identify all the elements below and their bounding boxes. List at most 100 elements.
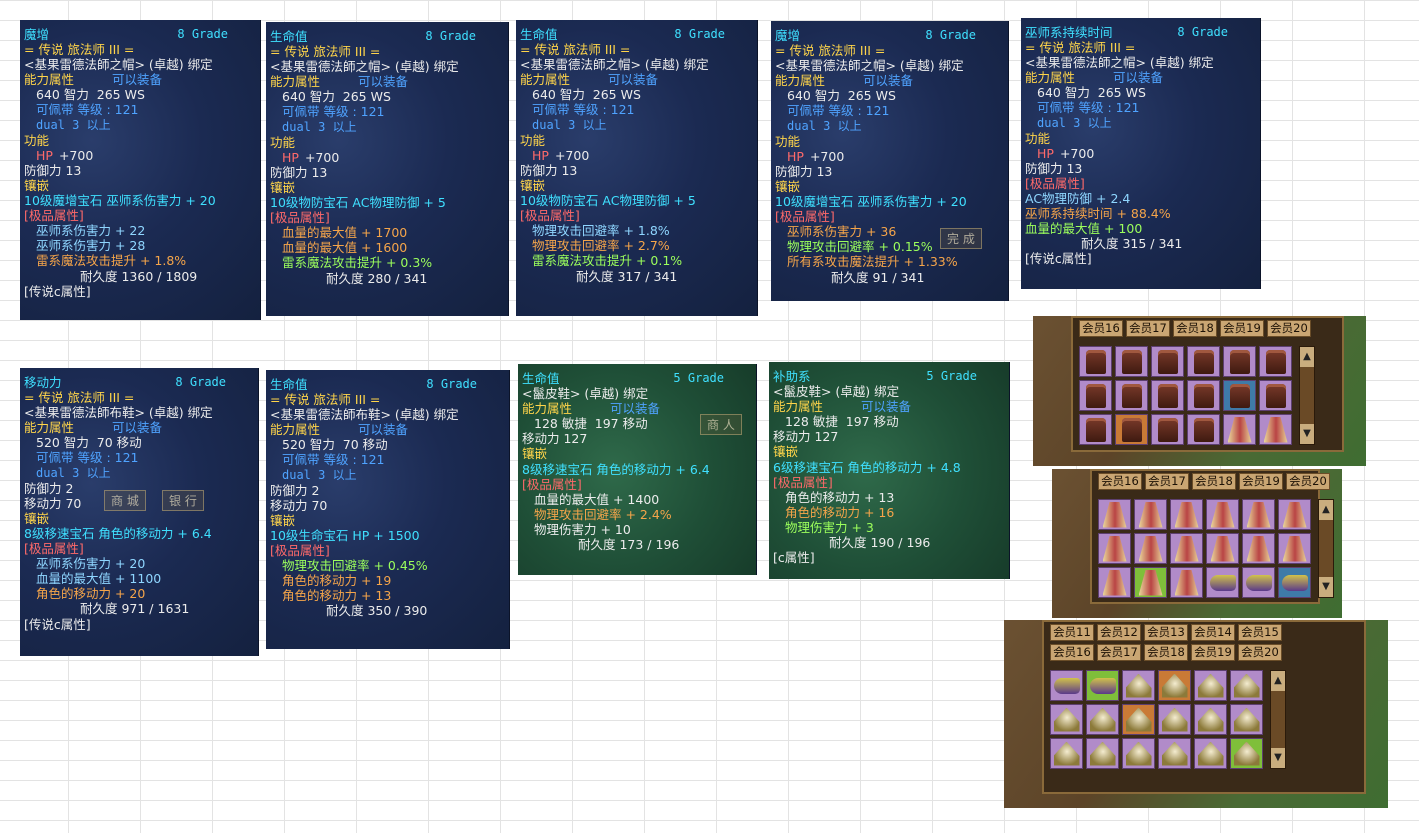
- inventory-slot[interactable]: [1194, 704, 1227, 735]
- tooltip-line: [极品属性]: [775, 209, 835, 225]
- inventory-slot[interactable]: [1278, 499, 1311, 530]
- inventory-slot[interactable]: [1187, 414, 1220, 445]
- inventory-slot[interactable]: [1223, 414, 1256, 445]
- member-tab[interactable]: 会员20: [1286, 473, 1330, 490]
- inventory-slot[interactable]: [1170, 499, 1203, 530]
- member-tab[interactable]: 会员16: [1079, 320, 1123, 337]
- inventory-slot[interactable]: [1194, 670, 1227, 701]
- inventory-scrollbar[interactable]: ▲ ▼: [1318, 499, 1334, 598]
- inventory-slot[interactable]: [1242, 499, 1275, 530]
- inventory-slot[interactable]: [1206, 533, 1239, 564]
- inventory-slot[interactable]: [1098, 533, 1131, 564]
- done-button[interactable]: 完 成: [940, 228, 982, 249]
- inventory-slot[interactable]: [1086, 670, 1119, 701]
- inventory-slot[interactable]: [1230, 704, 1263, 735]
- member-tab[interactable]: 会员19: [1191, 644, 1235, 661]
- inventory-slot[interactable]: [1151, 414, 1184, 445]
- equip-status: 可以装备: [112, 420, 163, 436]
- inventory-slot[interactable]: [1115, 414, 1148, 445]
- bank-button[interactable]: 银 行: [162, 490, 204, 511]
- inventory-slot[interactable]: [1242, 567, 1275, 598]
- inventory-slot[interactable]: [1134, 533, 1167, 564]
- member-tab[interactable]: 会员16: [1050, 644, 1094, 661]
- inventory-slot[interactable]: [1242, 533, 1275, 564]
- member-tab[interactable]: 会员18: [1144, 644, 1188, 661]
- member-tab[interactable]: 会员16: [1098, 473, 1142, 490]
- scroll-up-icon[interactable]: ▲: [1319, 500, 1333, 520]
- scroll-down-icon[interactable]: ▼: [1319, 577, 1333, 597]
- inventory-slot[interactable]: [1278, 533, 1311, 564]
- member-tab[interactable]: 会员12: [1097, 624, 1141, 641]
- inventory-slot[interactable]: [1098, 567, 1131, 598]
- inventory-slot[interactable]: [1151, 346, 1184, 377]
- tooltip-line: 可佩带 等级 : 121: [36, 450, 139, 466]
- inventory-slot[interactable]: [1158, 670, 1191, 701]
- inventory-slot[interactable]: [1086, 704, 1119, 735]
- member-tab[interactable]: 会员20: [1238, 644, 1282, 661]
- member-tab[interactable]: 会员14: [1191, 624, 1235, 641]
- inventory-slot[interactable]: [1122, 670, 1155, 701]
- inventory-slot[interactable]: [1122, 704, 1155, 735]
- member-tab[interactable]: 会员17: [1097, 644, 1141, 661]
- grade-label: 8 Grade: [177, 27, 228, 41]
- inventory-slot[interactable]: [1187, 380, 1220, 411]
- merchant-button[interactable]: 商 人: [700, 414, 742, 435]
- ability-row: 能力属性 可以装备: [24, 420, 254, 435]
- inventory-slot[interactable]: [1206, 567, 1239, 598]
- shop-button[interactable]: 商 城: [104, 490, 146, 511]
- inventory-slot[interactable]: [1122, 738, 1155, 769]
- inventory-slot[interactable]: [1187, 346, 1220, 377]
- member-tab[interactable]: 会员11: [1050, 624, 1094, 641]
- member-tab[interactable]: 会员20: [1267, 320, 1311, 337]
- grade-label: 8 Grade: [925, 28, 976, 42]
- member-tab[interactable]: 会员18: [1173, 320, 1217, 337]
- scroll-up-icon[interactable]: ▲: [1271, 671, 1285, 691]
- inventory-slot[interactable]: [1079, 346, 1112, 377]
- member-tab[interactable]: 会员19: [1220, 320, 1264, 337]
- inventory-scrollbar[interactable]: ▲ ▼: [1270, 670, 1286, 769]
- tooltip-header: 补助系 5 Grade: [773, 369, 1005, 384]
- tooltip-line: 巫师系持续时间 + 88.4%: [1025, 206, 1171, 222]
- inventory-slot[interactable]: [1259, 414, 1292, 445]
- member-tab[interactable]: 会员17: [1126, 320, 1170, 337]
- inventory-slot[interactable]: [1115, 380, 1148, 411]
- boot-icon: [1121, 383, 1142, 408]
- inventory-slot[interactable]: [1230, 738, 1263, 769]
- member-tab[interactable]: 会员13: [1144, 624, 1188, 641]
- equip-status: 可以装备: [861, 399, 912, 415]
- member-tab[interactable]: 会员15: [1238, 624, 1282, 641]
- tooltip-line: 防御力 13: [520, 162, 578, 178]
- inventory-slot[interactable]: [1259, 380, 1292, 411]
- member-tab[interactable]: 会员17: [1145, 473, 1189, 490]
- inventory-slot[interactable]: [1098, 499, 1131, 530]
- inventory-slot[interactable]: [1278, 567, 1311, 598]
- inventory-slot[interactable]: [1134, 499, 1167, 530]
- inventory-slot[interactable]: [1158, 704, 1191, 735]
- inventory-scrollbar[interactable]: ▲ ▼: [1299, 346, 1315, 445]
- inventory-slot[interactable]: [1151, 380, 1184, 411]
- inventory-slot[interactable]: [1206, 499, 1239, 530]
- inventory-slot[interactable]: [1230, 670, 1263, 701]
- inventory-slot[interactable]: [1259, 346, 1292, 377]
- inventory-slot[interactable]: [1086, 738, 1119, 769]
- item-grid: [1098, 499, 1311, 598]
- inventory-slot[interactable]: [1223, 346, 1256, 377]
- inventory-slot[interactable]: [1115, 346, 1148, 377]
- inventory-slot[interactable]: [1050, 670, 1083, 701]
- inventory-slot[interactable]: [1079, 380, 1112, 411]
- inventory-slot[interactable]: [1223, 380, 1256, 411]
- scroll-down-icon[interactable]: ▼: [1271, 748, 1285, 768]
- inventory-slot[interactable]: [1194, 738, 1227, 769]
- inventory-slot[interactable]: [1158, 738, 1191, 769]
- scroll-up-icon[interactable]: ▲: [1300, 347, 1314, 367]
- inventory-slot[interactable]: [1079, 414, 1112, 445]
- member-tab[interactable]: 会员18: [1192, 473, 1236, 490]
- inventory-slot[interactable]: [1050, 738, 1083, 769]
- inventory-slot[interactable]: [1170, 567, 1203, 598]
- scroll-down-icon[interactable]: ▼: [1300, 424, 1314, 444]
- member-tab[interactable]: 会员19: [1239, 473, 1283, 490]
- inventory-slot[interactable]: [1050, 704, 1083, 735]
- inventory-slot[interactable]: [1134, 567, 1167, 598]
- inventory-slot[interactable]: [1170, 533, 1203, 564]
- tooltip-line: dual 3 以上: [36, 117, 111, 132]
